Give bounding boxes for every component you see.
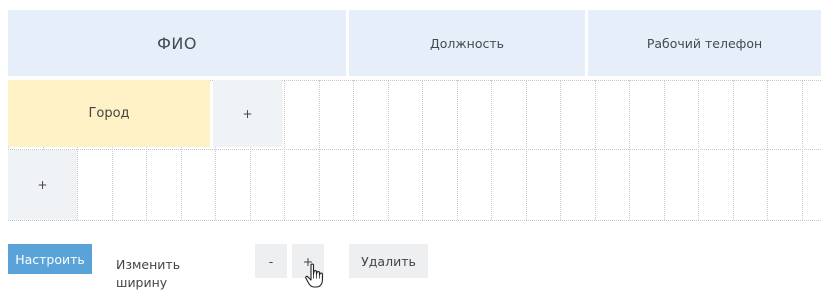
add-field-label-row1: + [242,106,253,121]
add-field-button-row1[interactable]: + [213,80,282,147]
field-city-label: Город [88,106,130,121]
add-field-label-row2: + [37,178,48,192]
grid-column-line [284,80,285,220]
grid-column-line [457,80,458,220]
grid-column-line [560,80,561,220]
grid-column-line [733,80,734,220]
layout-grid: ФИО Должность Рабочий телефон Город + + [8,10,821,221]
field-city[interactable]: Город [8,80,210,147]
toolbar: Настроить Изменить ширину - + Удалить [8,244,821,290]
decrease-width-label: - [268,253,274,269]
grid-column-line [767,80,768,220]
column-header-position[interactable]: Должность [349,10,585,76]
delete-button-label: Удалить [361,253,416,269]
delete-button[interactable]: Удалить [349,244,428,278]
column-header-fio[interactable]: ФИО [8,10,346,76]
grid-column-line [319,80,320,220]
configure-button-label: Настроить [15,251,85,267]
column-header-position-label: Должность [429,35,504,51]
grid-column-line [802,80,803,220]
grid-column-line [353,80,354,220]
grid-column-line [526,80,527,220]
column-header-fio-label: ФИО [157,33,197,53]
configure-button[interactable]: Настроить [8,244,92,274]
add-field-button-row2[interactable]: + [8,150,77,220]
grid-column-line [664,80,665,220]
hand-pointer-icon [305,263,323,288]
grid-row-line [8,149,821,150]
grid-column-line [422,80,423,220]
grid-column-line [491,80,492,220]
grid-column-line [629,80,630,220]
decrease-width-button[interactable]: - [255,244,287,278]
change-width-label: Изменить ширину [116,257,181,290]
column-header-work-phone-label: Рабочий телефон [646,35,763,51]
grid-column-line [595,80,596,220]
grid-row-line [8,220,821,221]
grid-column-line [388,80,389,220]
grid-column-line [698,80,699,220]
column-header-work-phone[interactable]: Рабочий телефон [588,10,821,76]
